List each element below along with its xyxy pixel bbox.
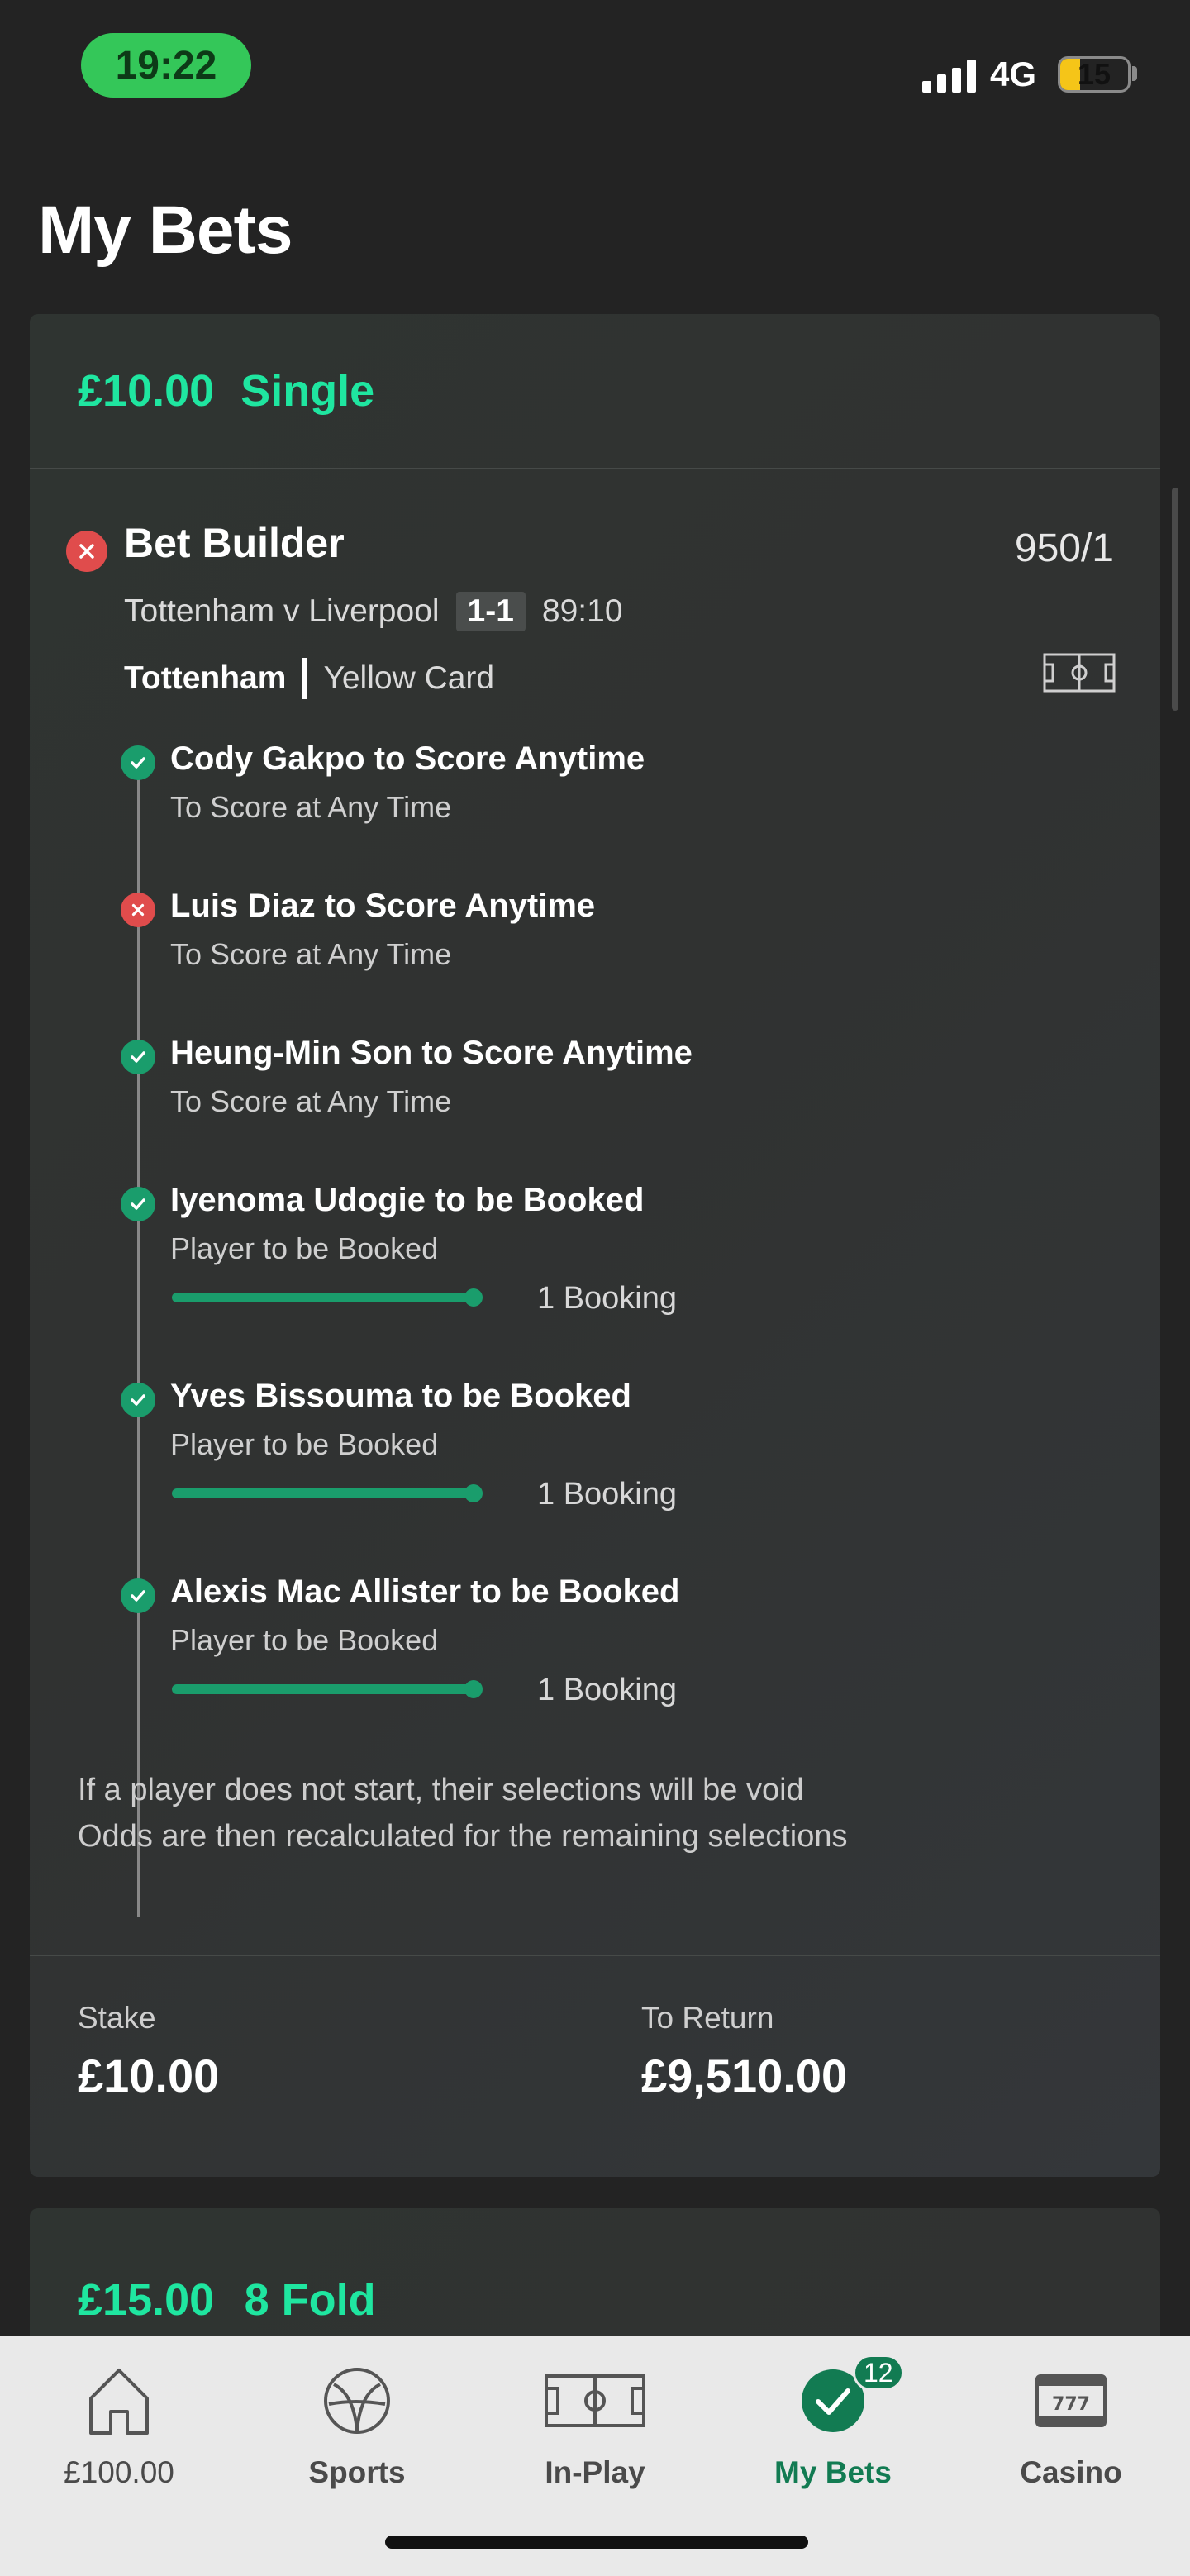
event-type: Yellow Card bbox=[323, 660, 495, 696]
selection-market: Player to be Booked bbox=[170, 1427, 439, 1461]
cross-icon bbox=[66, 531, 107, 572]
bet-card[interactable]: £10.00 Single Bet Builder 950/1 Tottenha… bbox=[30, 314, 1160, 2177]
progress-label: 1 Booking bbox=[537, 1477, 678, 1512]
match-name: Tottenham v Liverpool bbox=[124, 593, 440, 629]
stake-label: Stake bbox=[78, 2001, 156, 2035]
selection-market: To Score at Any Time bbox=[170, 790, 452, 824]
page-title: My Bets bbox=[38, 193, 293, 268]
selection-name: Alexis Mac Allister to be Booked bbox=[170, 1574, 680, 1610]
next-bet-type: 8 Fold bbox=[244, 2275, 376, 2325]
nav-item-balance[interactable]: £100.00 bbox=[0, 2361, 238, 2490]
return-summary: To Return £9,510.00 bbox=[641, 2001, 847, 2102]
bets-count-badge: 12 bbox=[853, 2355, 904, 2391]
battery-level: 15 bbox=[1077, 57, 1111, 91]
signal-icon bbox=[922, 58, 976, 93]
latest-event: Tottenham Yellow Card bbox=[124, 658, 494, 699]
selection-name: Cody Gakpo to Score Anytime bbox=[170, 740, 645, 777]
check-icon bbox=[121, 1040, 155, 1074]
selection-timeline bbox=[137, 760, 140, 1917]
football-icon bbox=[322, 2361, 392, 2440]
stake-summary: Stake £10.00 bbox=[78, 2001, 219, 2102]
return-label: To Return bbox=[641, 2001, 774, 2035]
check-icon bbox=[121, 745, 155, 780]
progress-label: 1 Booking bbox=[537, 1673, 678, 1707]
bet-stake-header: £10.00 bbox=[78, 366, 215, 416]
svg-text:777: 777 bbox=[1052, 2394, 1090, 2415]
home-indicator[interactable] bbox=[385, 2536, 808, 2549]
scrollbar[interactable] bbox=[1172, 488, 1178, 711]
nav-label: £100.00 bbox=[64, 2455, 174, 2489]
bet-card-header[interactable]: £10.00 Single bbox=[30, 314, 1160, 469]
nav-item-casino[interactable]: 777 Casino bbox=[952, 2361, 1190, 2490]
selection-market: Player to be Booked bbox=[170, 1231, 439, 1265]
nav-label: In-Play bbox=[545, 2455, 645, 2489]
event-divider bbox=[302, 658, 307, 699]
stake-value: £10.00 bbox=[78, 2050, 220, 2102]
nav-label: My Bets bbox=[774, 2455, 892, 2489]
nav-item-sports[interactable]: Sports bbox=[238, 2361, 476, 2490]
progress-bar bbox=[172, 1288, 483, 1307]
network-type: 4G bbox=[990, 55, 1037, 93]
nav-label: Casino bbox=[1020, 2455, 1122, 2489]
match-score: 1-1 bbox=[455, 592, 526, 631]
match-info[interactable]: Tottenham v Liverpool 1-1 89:10 bbox=[124, 592, 623, 631]
selection-name: Luis Diaz to Score Anytime bbox=[170, 888, 596, 924]
selection-market: Player to be Booked bbox=[170, 1623, 439, 1657]
check-icon bbox=[121, 1578, 155, 1613]
bet-type: Single bbox=[240, 366, 375, 416]
void-note-line: Odds are then recalculated for the remai… bbox=[78, 1819, 848, 1854]
cross-icon bbox=[121, 893, 155, 927]
check-icon bbox=[121, 1187, 155, 1221]
check-icon bbox=[121, 1383, 155, 1417]
pitch-icon bbox=[544, 2361, 646, 2440]
nav-item-in-play[interactable]: In-Play bbox=[476, 2361, 714, 2490]
next-bet-stake: £15.00 bbox=[78, 2275, 215, 2325]
selection-market: To Score at Any Time bbox=[170, 1084, 452, 1118]
nav-item-my-bets[interactable]: 12 My Bets bbox=[714, 2355, 952, 2490]
battery-tip bbox=[1132, 66, 1137, 81]
selection-market: To Score at Any Time bbox=[170, 937, 452, 971]
pitch-icon[interactable] bbox=[1043, 653, 1116, 697]
progress-label: 1 Booking bbox=[537, 1281, 678, 1316]
status-time: 19:22 bbox=[81, 33, 251, 98]
event-team: Tottenham bbox=[124, 660, 287, 696]
battery-icon: 15 bbox=[1058, 56, 1130, 93]
selection-name: Heung-Min Son to Score Anytime bbox=[170, 1035, 693, 1071]
void-note-line: If a player does not start, their select… bbox=[78, 1773, 804, 1807]
void-note: If a player does not start, their select… bbox=[78, 1767, 848, 1859]
slot-machine-icon: 777 bbox=[1035, 2361, 1107, 2440]
bet-summary: Stake £10.00 To Return £9,510.00 bbox=[30, 1955, 1160, 2177]
nav-label: Sports bbox=[308, 2455, 406, 2489]
return-value: £9,510.00 bbox=[641, 2050, 848, 2102]
bet-odds: 950/1 bbox=[1014, 526, 1114, 570]
selection-name: Yves Bissouma to be Booked bbox=[170, 1378, 631, 1414]
progress-bar bbox=[172, 1484, 483, 1502]
match-clock: 89:10 bbox=[541, 593, 623, 629]
home-icon bbox=[86, 2361, 152, 2440]
market-title: Bet Builder bbox=[124, 520, 345, 566]
status-bar: 19:22 4G 15 bbox=[0, 0, 1190, 140]
selection-name: Iyenoma Udogie to be Booked bbox=[170, 1182, 645, 1218]
progress-bar bbox=[172, 1680, 483, 1698]
